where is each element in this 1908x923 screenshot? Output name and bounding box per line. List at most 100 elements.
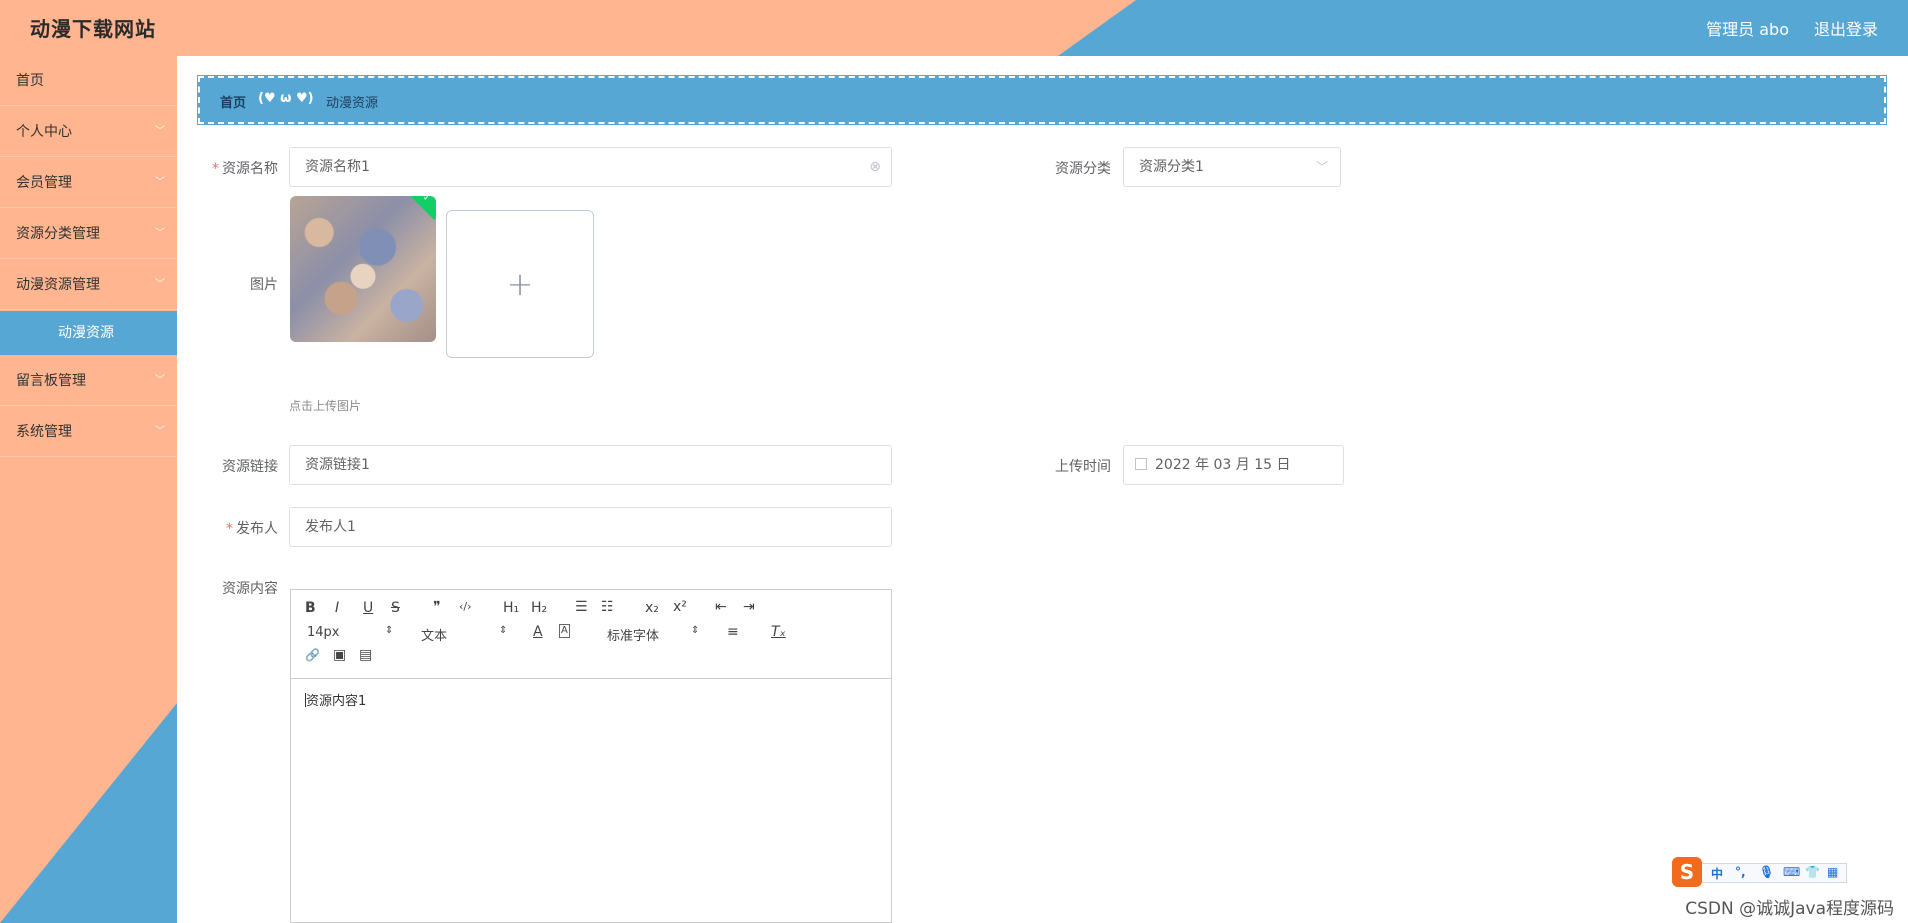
select-arrows-icon: ⇕ xyxy=(499,625,508,636)
label-text: 上传时间 xyxy=(1055,459,1111,475)
rich-text-editor: B I U S ❞ ‹/› H₁ H₂ ☰ ☷ x₂ x² ⇤ ⇥ 14px ⇕ … xyxy=(290,589,892,923)
sidebar-item-label: 资源分类管理 xyxy=(16,226,100,242)
resource-category-value: 资源分类1 xyxy=(1139,159,1204,175)
uploaded-image-thumbnail[interactable]: ✓ xyxy=(290,196,436,342)
outdent-button[interactable]: ⇤ xyxy=(715,599,727,615)
h2-button[interactable]: H₂ xyxy=(531,600,547,616)
required-mark: * xyxy=(212,161,219,177)
label-text: 资源链接 xyxy=(222,459,278,475)
select-arrows-icon: ⇕ xyxy=(385,625,394,636)
plus-icon: + xyxy=(506,265,534,303)
resource-link-value: 资源链接1 xyxy=(305,457,370,473)
strike-button[interactable]: S xyxy=(391,600,400,616)
top-header: 动漫下载网站 管理员 abo 退出登录 xyxy=(0,0,1908,56)
chevron-down-icon: ﹀ xyxy=(1315,160,1328,174)
resource-category-label: 资源分类 xyxy=(1021,158,1111,178)
link-button[interactable]: 🔗 xyxy=(305,648,320,662)
font-family-value: 标准字体 xyxy=(607,629,660,644)
resource-category-select[interactable]: 资源分类1 ﹀ xyxy=(1123,147,1341,187)
keyboard-icon[interactable]: ⌨ xyxy=(1783,865,1800,879)
sogou-logo-icon[interactable]: S xyxy=(1672,857,1702,887)
indent-button[interactable]: ⇥ xyxy=(743,599,755,615)
sidebar-item-label: 会员管理 xyxy=(16,175,72,191)
label-text: 资源分类 xyxy=(1055,161,1111,177)
breadcrumb-separator: (♥ ω ♥) xyxy=(258,91,314,106)
image-button[interactable]: ▣ xyxy=(333,647,346,663)
sidebar-item-home[interactable]: 首页 xyxy=(0,56,177,106)
microphone-icon[interactable]: 🎙 xyxy=(1759,865,1774,879)
upload-success-badge: ✓ xyxy=(405,196,436,221)
background-color-button[interactable]: A xyxy=(559,624,570,638)
sidebar-item-label: 个人中心 xyxy=(16,124,72,140)
ime-punct-toggle[interactable]: °, xyxy=(1735,865,1746,879)
logout-button[interactable]: 退出登录 xyxy=(1814,16,1878,40)
align-button[interactable]: ≡ xyxy=(727,624,739,640)
clean-format-button[interactable]: Tₓ xyxy=(771,624,786,640)
editor-content[interactable]: 资源内容1 xyxy=(305,690,366,709)
breadcrumb-current: 动漫资源 xyxy=(326,96,379,111)
chevron-down-icon: ﹀ xyxy=(155,126,165,137)
resource-name-label: * 资源名称 xyxy=(188,158,278,178)
ime-lang-toggle[interactable]: 中 xyxy=(1711,865,1723,882)
publisher-input[interactable]: 发布人1 xyxy=(289,507,892,547)
clear-icon[interactable]: ⊗ xyxy=(869,148,881,186)
label-text: 发布人 xyxy=(236,521,278,537)
resource-content-label: 资源内容 xyxy=(188,578,278,598)
code-block-button[interactable]: ‹/› xyxy=(459,600,472,613)
label-text: 资源名称 xyxy=(222,161,278,177)
upload-time-datepicker[interactable]: 2022 年 03 月 15 日 xyxy=(1123,445,1344,485)
bold-button[interactable]: B xyxy=(305,600,316,616)
sidebar-subitem-anime-resource[interactable]: 动漫资源 xyxy=(0,311,177,355)
label-text: 图片 xyxy=(250,277,278,293)
subscript-button[interactable]: x₂ xyxy=(645,600,659,616)
block-format-value: 文本 xyxy=(421,629,448,644)
upload-time-label: 上传时间 xyxy=(1021,456,1111,476)
header-salmon-band xyxy=(0,0,1136,56)
image-upload-button[interactable]: + xyxy=(446,210,594,358)
text-color-button[interactable]: A xyxy=(533,624,543,640)
italic-button[interactable]: I xyxy=(335,600,339,616)
sidebar-item-label: 动漫资源管理 xyxy=(16,277,100,293)
chevron-down-icon: ﹀ xyxy=(155,228,165,239)
resource-link-input[interactable]: 资源链接1 xyxy=(289,445,892,485)
editor-content-text: 资源内容1 xyxy=(306,694,367,709)
block-format-select[interactable]: 文本 ⇕ xyxy=(421,625,507,644)
ime-toolbar: 中 °, 🎙 ⌨ 👕 ▦ S xyxy=(1672,857,1852,887)
font-size-value: 14px xyxy=(307,625,340,640)
superscript-button[interactable]: x² xyxy=(673,599,687,615)
upload-time-value: 2022 年 03 月 15 日 xyxy=(1155,457,1291,473)
sidebar-item-label: 动漫资源 xyxy=(58,325,114,341)
breadcrumb: 首页 (♥ ω ♥) 动漫资源 xyxy=(197,75,1887,125)
sidebar-item-member-management[interactable]: 会员管理 ﹀ xyxy=(0,158,177,208)
quote-button[interactable]: ❞ xyxy=(433,599,441,615)
site-title: 动漫下载网站 xyxy=(30,17,156,41)
sidebar-item-anime-resource-management[interactable]: 动漫资源管理 ﹀ xyxy=(0,260,177,310)
check-icon: ✓ xyxy=(422,196,432,204)
chevron-down-icon: ﹀ xyxy=(155,426,165,437)
sidebar-item-message-board[interactable]: 留言板管理 ﹀ xyxy=(0,356,177,406)
video-button[interactable]: ▤ xyxy=(359,647,372,663)
sidebar-item-label: 留言板管理 xyxy=(16,373,86,389)
sidebar-item-category-management[interactable]: 资源分类管理 ﹀ xyxy=(0,209,177,259)
label-text: 资源内容 xyxy=(222,581,278,597)
required-mark: * xyxy=(226,521,233,537)
breadcrumb-home[interactable]: 首页 xyxy=(220,92,246,111)
chevron-down-icon: ﹀ xyxy=(155,375,165,386)
underline-button[interactable]: U xyxy=(363,600,373,616)
bullet-list-button[interactable]: ☷ xyxy=(601,599,614,615)
resource-name-value: 资源名称1 xyxy=(305,159,370,175)
h1-button[interactable]: H₁ xyxy=(503,600,519,616)
sidebar-item-label: 首页 xyxy=(16,73,44,89)
skin-icon[interactable]: 👕 xyxy=(1805,865,1820,879)
csdn-watermark: CSDN @诚诚Java程度源码 xyxy=(1685,899,1894,919)
apps-grid-icon[interactable]: ▦ xyxy=(1827,865,1838,879)
chevron-down-icon: ﹀ xyxy=(155,279,165,290)
font-size-select[interactable]: 14px ⇕ xyxy=(307,625,393,640)
select-arrows-icon: ⇕ xyxy=(691,625,700,636)
ordered-list-button[interactable]: ☰ xyxy=(575,599,588,615)
sidebar-item-system-management[interactable]: 系统管理 ﹀ xyxy=(0,407,177,457)
resource-name-input[interactable]: 资源名称1 ⊗ xyxy=(289,147,892,187)
font-family-select[interactable]: 标准字体 ⇕ xyxy=(607,625,699,644)
sidebar-item-personal-center[interactable]: 个人中心 ﹀ xyxy=(0,107,177,157)
publisher-value: 发布人1 xyxy=(305,519,356,535)
